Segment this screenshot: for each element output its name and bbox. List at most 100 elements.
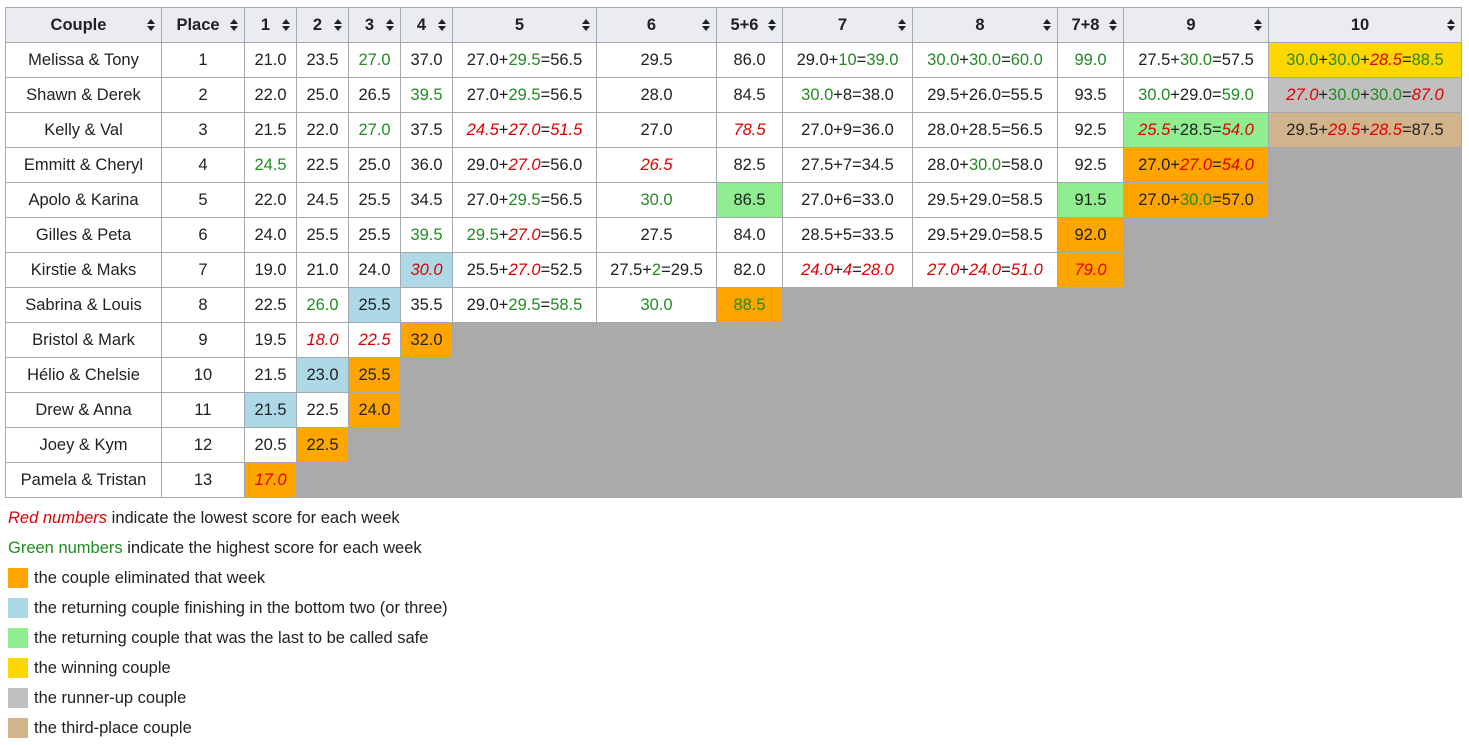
score-part: 84.5 — [733, 85, 766, 104]
score-part: 4 — [842, 260, 853, 279]
score-part: 30.0 — [410, 260, 443, 279]
sort-icon[interactable] — [438, 19, 446, 31]
score-cell: 28.0+28.5=56.5 — [912, 112, 1058, 148]
sort-icon[interactable] — [702, 19, 710, 31]
score-cell: 29.0+10=39.0 — [782, 42, 913, 78]
score-cell: 27.5 — [596, 217, 717, 253]
couple-cell: Apolo & Karina — [5, 182, 162, 218]
column-header-6[interactable]: 5 — [452, 7, 597, 43]
score-cell: 22.0 — [244, 182, 297, 218]
column-header-9[interactable]: 7 — [782, 7, 913, 43]
score-cell: 21.5 — [244, 357, 297, 393]
sort-icon[interactable] — [147, 19, 155, 31]
couple-cell: Kirstie & Maks — [5, 252, 162, 288]
sort-icon[interactable] — [768, 19, 776, 31]
score-cell: 30.0 — [400, 252, 453, 288]
column-header-1[interactable]: Place — [161, 7, 245, 43]
sort-icon[interactable] — [282, 19, 290, 31]
sort-icon[interactable] — [1043, 19, 1051, 31]
score-part: 27.0 — [508, 155, 541, 174]
score-part: + — [959, 260, 969, 279]
empty-cell — [1123, 252, 1269, 288]
column-header-3[interactable]: 2 — [296, 7, 349, 43]
score-part: =29.5 — [661, 260, 703, 279]
score-cell: 27.0 — [348, 42, 401, 78]
score-part: 27.0+9=36.0 — [801, 120, 894, 139]
place-cell: 4 — [161, 147, 245, 183]
score-part: =56.5 — [540, 50, 583, 69]
score-part: 54.0 — [1221, 155, 1254, 174]
score-part: 30.0 — [801, 85, 834, 104]
score-cell: 21.5 — [244, 112, 297, 148]
column-header-2[interactable]: 1 — [244, 7, 297, 43]
sort-icon[interactable] — [582, 19, 590, 31]
legend-item-bottom-two: the returning couple finishing in the bo… — [8, 593, 448, 623]
column-header-11[interactable]: 7+8 — [1057, 7, 1124, 43]
score-part: 27.5+7=34.5 — [801, 155, 894, 174]
score-part: 27.0 — [1286, 85, 1319, 104]
score-part: 28.0+28.5=56.5 — [927, 120, 1043, 139]
score-part: 59.0 — [1221, 85, 1254, 104]
score-part: 34.5 — [410, 190, 443, 209]
score-cell: 79.0 — [1057, 252, 1124, 288]
score-cell: 37.0 — [400, 42, 453, 78]
sort-icon[interactable] — [1254, 19, 1262, 31]
score-cell: 24.5 — [244, 147, 297, 183]
column-header-label: 4 — [416, 15, 427, 34]
sort-icon[interactable] — [230, 19, 238, 31]
column-header-label: 8 — [975, 15, 985, 34]
sort-icon[interactable] — [1109, 19, 1117, 31]
place-cell: 7 — [161, 252, 245, 288]
column-header-8[interactable]: 5+6 — [716, 7, 783, 43]
column-header-4[interactable]: 3 — [348, 7, 401, 43]
score-part: 25.0 — [306, 85, 339, 104]
score-part: + — [1318, 50, 1329, 69]
column-header-7[interactable]: 6 — [596, 7, 717, 43]
score-part: 54.0 — [1221, 120, 1254, 139]
score-cell: 27.0+29.5=56.5 — [452, 182, 597, 218]
empty-cell — [1123, 427, 1269, 463]
score-part: 18.0 — [306, 330, 339, 349]
empty-cell — [912, 357, 1058, 393]
column-header-12[interactable]: 9 — [1123, 7, 1269, 43]
column-header-5[interactable]: 4 — [400, 7, 453, 43]
sort-icon[interactable] — [386, 19, 394, 31]
score-part: =56.5 — [540, 85, 583, 104]
score-part: 51.5 — [550, 120, 583, 139]
empty-cell — [716, 427, 783, 463]
table-row: Pamela & Tristan 13 17.0 — [5, 462, 1462, 498]
column-header-10[interactable]: 8 — [912, 7, 1058, 43]
score-part: 79.0 — [1074, 260, 1107, 279]
couple-cell: Drew & Anna — [5, 392, 162, 428]
legend-swatch — [8, 628, 28, 648]
column-header-0[interactable]: Couple — [5, 7, 162, 43]
empty-cell — [1057, 462, 1124, 498]
sort-icon[interactable] — [1447, 19, 1455, 31]
empty-cell — [296, 462, 349, 498]
empty-cell — [452, 392, 597, 428]
legend-green-note: Green numbers indicate the highest score… — [8, 533, 448, 563]
score-cell: 82.0 — [716, 252, 783, 288]
empty-cell — [400, 462, 453, 498]
score-part: = — [540, 120, 551, 139]
score-part: 25.5 — [358, 225, 391, 244]
table-row: Hélio & Chelsie 10 21.5 23.0 25.5 — [5, 357, 1462, 393]
score-part: 84.0 — [733, 225, 766, 244]
score-cell: 30.0+30.0+28.5=88.5 — [1268, 42, 1462, 78]
legend-item-last-safe: the returning couple that was the last t… — [8, 623, 448, 653]
legend-item-winner: the winning couple — [8, 653, 448, 683]
legend-label: the couple eliminated that week — [34, 568, 266, 587]
score-part: 29.0+ — [466, 155, 509, 174]
sort-icon[interactable] — [334, 19, 342, 31]
score-cell: 28.0+30.0=58.0 — [912, 147, 1058, 183]
column-header-13[interactable]: 10 — [1268, 7, 1462, 43]
empty-cell — [596, 427, 717, 463]
score-cell: 20.5 — [244, 427, 297, 463]
empty-cell — [1268, 182, 1462, 218]
sort-icon[interactable] — [898, 19, 906, 31]
empty-cell — [452, 462, 597, 498]
couple-cell: Pamela & Tristan — [5, 462, 162, 498]
empty-cell — [348, 462, 401, 498]
legend-label: the winning couple — [34, 658, 171, 677]
score-cell: 29.5 — [596, 42, 717, 78]
